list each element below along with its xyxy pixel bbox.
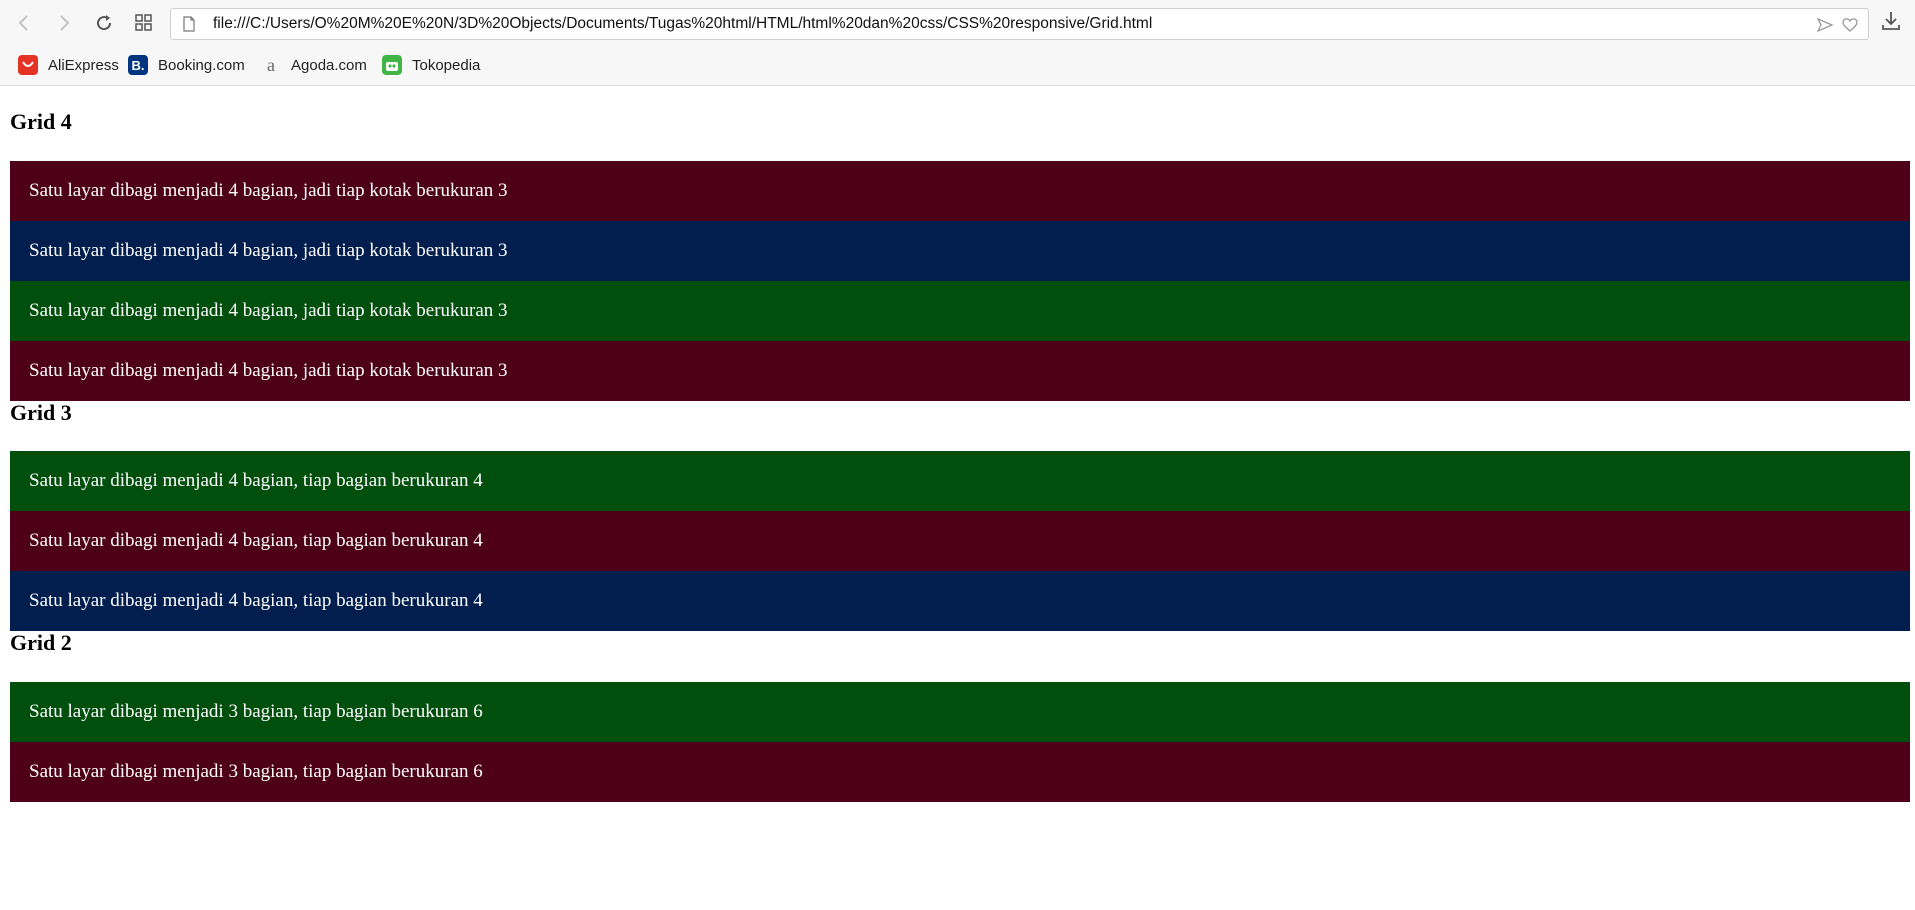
section-title-grid-4: Grid 4 (10, 109, 72, 134)
file-icon (183, 16, 195, 32)
address-bar[interactable]: file:///C:/Users/O%20M%20E%20N/3D%20Obje… (170, 8, 1869, 40)
grid-box: Satu layar dibagi menjadi 4 bagian, jadi… (10, 221, 1910, 281)
bookmark-label: Agoda.com (291, 56, 367, 74)
grid-box: Satu layar dibagi menjadi 4 bagian, jadi… (10, 281, 1910, 341)
chevron-right-icon (60, 15, 70, 31)
aliexpress-icon (18, 55, 38, 75)
tabs-grid-button[interactable] (130, 10, 158, 36)
bookmark-agoda[interactable]: a Agoda.com (261, 54, 367, 76)
address-text[interactable]: file:///C:/Users/O%20M%20E%20N/3D%20Obje… (213, 15, 1152, 33)
reload-icon (97, 15, 112, 31)
bookmark-aliexpress[interactable]: AliExpress (18, 54, 119, 76)
back-button[interactable] (10, 10, 38, 36)
browser-chrome: file:///C:/Users/O%20M%20E%20N/3D%20Obje… (0, 0, 1915, 86)
tokopedia-icon (382, 55, 402, 75)
bookmark-label: AliExpress (48, 56, 119, 74)
bookmark-label: Booking.com (158, 56, 245, 74)
agoda-icon: a (267, 54, 275, 75)
grid-box: Satu layar dibagi menjadi 4 bagian, jadi… (10, 161, 1910, 221)
grid-box: Satu layar dibagi menjadi 4 bagian, tiap… (10, 451, 1910, 511)
chevron-left-icon (18, 15, 28, 31)
bookmark-label: Tokopedia (412, 56, 481, 74)
bookmark-tokopedia[interactable]: Tokopedia (382, 54, 480, 76)
download-button[interactable] (1880, 10, 1906, 36)
grid-box: Satu layar dibagi menjadi 4 bagian, jadi… (10, 341, 1910, 401)
bookmark-booking[interactable]: B. Booking.com (128, 54, 245, 76)
grid-box: Satu layar dibagi menjadi 4 bagian, tiap… (10, 511, 1910, 571)
section-title-grid-2: Grid 2 (10, 630, 72, 655)
download-icon (1882, 12, 1900, 30)
send-icon[interactable] (1816, 16, 1834, 34)
grid-icon (135, 14, 152, 31)
bookmarks-bar: AliExpress B. Booking.com a Agoda.com To… (0, 50, 1915, 80)
section-title-grid-3: Grid 3 (10, 400, 72, 425)
heart-icon[interactable] (1841, 16, 1859, 34)
grid-box: Satu layar dibagi menjadi 4 bagian, tiap… (10, 571, 1910, 631)
grid-box: Satu layar dibagi menjadi 3 bagian, tiap… (10, 682, 1910, 742)
booking-icon: B. (128, 55, 148, 75)
browser-toolbar: file:///C:/Users/O%20M%20E%20N/3D%20Obje… (0, 0, 1915, 46)
page-content: Grid 4 Satu layar dibagi menjadi 4 bagia… (10, 86, 1910, 802)
grid-box: Satu layar dibagi menjadi 3 bagian, tiap… (10, 742, 1910, 802)
forward-button[interactable] (50, 10, 78, 36)
reload-button[interactable] (90, 10, 118, 36)
